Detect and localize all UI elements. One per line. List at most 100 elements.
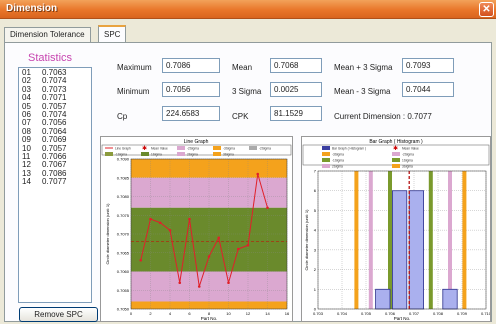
legend-label: 3Sigma bbox=[402, 165, 413, 169]
y-tick-label: 3 bbox=[314, 247, 317, 252]
sigma3-label: 3 Sigma bbox=[232, 87, 262, 96]
maximum-label: Maximum bbox=[117, 63, 152, 72]
data-point bbox=[178, 281, 182, 285]
statistics-item-index: 14 bbox=[22, 177, 31, 187]
data-point bbox=[217, 236, 221, 240]
legend-label: -3Sigma bbox=[223, 147, 235, 151]
mean-field[interactable]: 0.7068 bbox=[270, 58, 322, 73]
x-tick-label: 10 bbox=[226, 311, 231, 316]
x-tick-label: 0.703 bbox=[313, 311, 324, 316]
x-tick-label: 0.710 bbox=[481, 311, 490, 316]
legend-swatch bbox=[322, 146, 330, 150]
data-point bbox=[158, 221, 162, 225]
x-tick-label: 2 bbox=[149, 311, 152, 316]
x-tick-label: 0.709 bbox=[457, 311, 468, 316]
legend-swatch bbox=[177, 152, 185, 156]
legend-swatch bbox=[392, 152, 400, 156]
mean-label: Mean bbox=[232, 63, 253, 72]
mean-minus-3sigma-field[interactable]: 0.7044 bbox=[402, 82, 454, 97]
minimum-field[interactable]: 0.7056 bbox=[162, 82, 220, 97]
y-axis-label: Circle diameter dimension (unit: 1) bbox=[304, 209, 309, 271]
sigma3-field[interactable]: 0.0025 bbox=[270, 82, 322, 97]
legend-swatch bbox=[141, 152, 149, 156]
y-tick-label: 0.7075 bbox=[117, 213, 130, 218]
legend-label: -2Sigma bbox=[402, 153, 414, 157]
histogram-bar bbox=[375, 288, 391, 310]
x-axis-label: Part No. bbox=[394, 316, 411, 321]
legend-swatch bbox=[177, 146, 185, 150]
x-tick-label: 0.707 bbox=[409, 311, 420, 316]
y-tick-label: 0.7050 bbox=[117, 307, 130, 312]
data-point bbox=[246, 243, 250, 247]
x-tick-label: 0 bbox=[130, 311, 133, 316]
maximum-field[interactable]: 0.7086 bbox=[162, 58, 220, 73]
histogram-bar bbox=[392, 190, 408, 310]
line-graph-panel: Line Graph Line Graph ✱ Mean Value -2Sigma -3… bbox=[100, 136, 293, 322]
x-tick-label: 14 bbox=[265, 311, 270, 316]
legend-swatch bbox=[392, 164, 400, 168]
legend-marker: ✱ bbox=[142, 145, 147, 152]
x-tick-label: 0.704 bbox=[337, 311, 348, 316]
statistics-list[interactable]: 01 0.7063 02 0.7074 03 0.7073 04 0.7071 05 0.7057… bbox=[18, 67, 92, 303]
legend-label: 1Sigma bbox=[151, 153, 162, 157]
x-tick-label: 12 bbox=[246, 311, 251, 316]
y-tick-label: 0.7065 bbox=[117, 250, 130, 255]
histogram-title: Bar Graph ( Histogram ) bbox=[369, 139, 423, 145]
legend-label: 1Sigma bbox=[402, 159, 413, 163]
data-point bbox=[149, 217, 152, 221]
remove-spc-button[interactable]: Remove SPC bbox=[19, 307, 98, 322]
minimum-label: Minimum bbox=[117, 87, 150, 96]
tab-dimension-tolerance[interactable]: Dimension Tolerance bbox=[4, 27, 91, 42]
line-graph-title: Line Graph bbox=[184, 139, 209, 145]
histogram-bar bbox=[408, 190, 424, 310]
legend-label: 2Sigma bbox=[187, 153, 198, 157]
y-tick-label: 6 bbox=[314, 188, 317, 193]
y-tick-label: 0.7060 bbox=[117, 269, 130, 274]
legend-swatch bbox=[392, 158, 400, 162]
data-point bbox=[207, 255, 211, 258]
window-title: Dimension bbox=[6, 3, 58, 14]
x-tick-label: 6 bbox=[188, 311, 191, 316]
cp-label: Cp bbox=[117, 112, 128, 121]
data-point bbox=[227, 281, 230, 285]
sigma-line bbox=[388, 171, 392, 309]
y-tick-label: 0.7055 bbox=[117, 288, 130, 293]
mean-plus-3sigma-field[interactable]: 0.7093 bbox=[402, 58, 454, 73]
histogram-chart: Bar Graph ( Histogram )Bar Graph ( Histo… bbox=[302, 139, 492, 321]
data-point bbox=[188, 217, 191, 221]
mean-plus-3sigma-label: Mean + 3 Sigma bbox=[334, 63, 393, 72]
legend-label: Mean Value bbox=[402, 147, 419, 151]
legend-label: -2Sigma bbox=[187, 147, 199, 151]
legend-label: Bar Graph ( Histogram ) bbox=[332, 147, 366, 151]
sigma-line bbox=[428, 171, 433, 309]
x-tick-label: 16 bbox=[285, 311, 290, 316]
x-tick-label: 4 bbox=[169, 311, 172, 316]
legend-swatch bbox=[322, 158, 330, 162]
title-bar: Dimension ✕ bbox=[0, 0, 496, 19]
sigma-line bbox=[368, 171, 373, 309]
legend-label: 2Sigma bbox=[332, 165, 343, 169]
cp-field[interactable]: 224.6583 bbox=[162, 106, 220, 121]
y-tick-label: 7 bbox=[314, 169, 317, 174]
y-axis-label: Circle diameter dimension (unit: 1) bbox=[105, 203, 110, 265]
y-tick-label: 2 bbox=[314, 267, 317, 272]
legend-label: -2Sigma bbox=[259, 147, 271, 151]
legend-swatch bbox=[249, 146, 257, 150]
close-icon[interactable]: ✕ bbox=[479, 2, 494, 17]
statistics-list-item[interactable]: 14 0.7077 bbox=[22, 177, 88, 187]
statistics-title: Statistics bbox=[28, 52, 73, 64]
legend-label: Line Graph bbox=[115, 147, 131, 151]
y-tick-label: 0.7090 bbox=[117, 157, 130, 162]
current-dimension-label: Current Dimension : 0.7077 bbox=[334, 112, 432, 121]
line-graph: Line Graph Line Graph ✱ Mean Value -2Sigma -3… bbox=[101, 139, 292, 321]
y-tick-label: 0.7080 bbox=[117, 194, 130, 199]
statistics-item-value: 0.7077 bbox=[42, 177, 67, 187]
legend-swatch bbox=[213, 146, 221, 150]
data-point bbox=[256, 172, 260, 176]
y-tick-label: 0.7085 bbox=[117, 175, 130, 180]
histogram-panel: Bar Graph ( Histogram ) Bar Graph ( Histo… bbox=[301, 136, 492, 322]
tab-spc[interactable]: SPC bbox=[98, 25, 127, 42]
cpk-field[interactable]: 81.1529 bbox=[270, 106, 322, 121]
data-point bbox=[236, 247, 240, 251]
sigma-line bbox=[354, 171, 359, 309]
